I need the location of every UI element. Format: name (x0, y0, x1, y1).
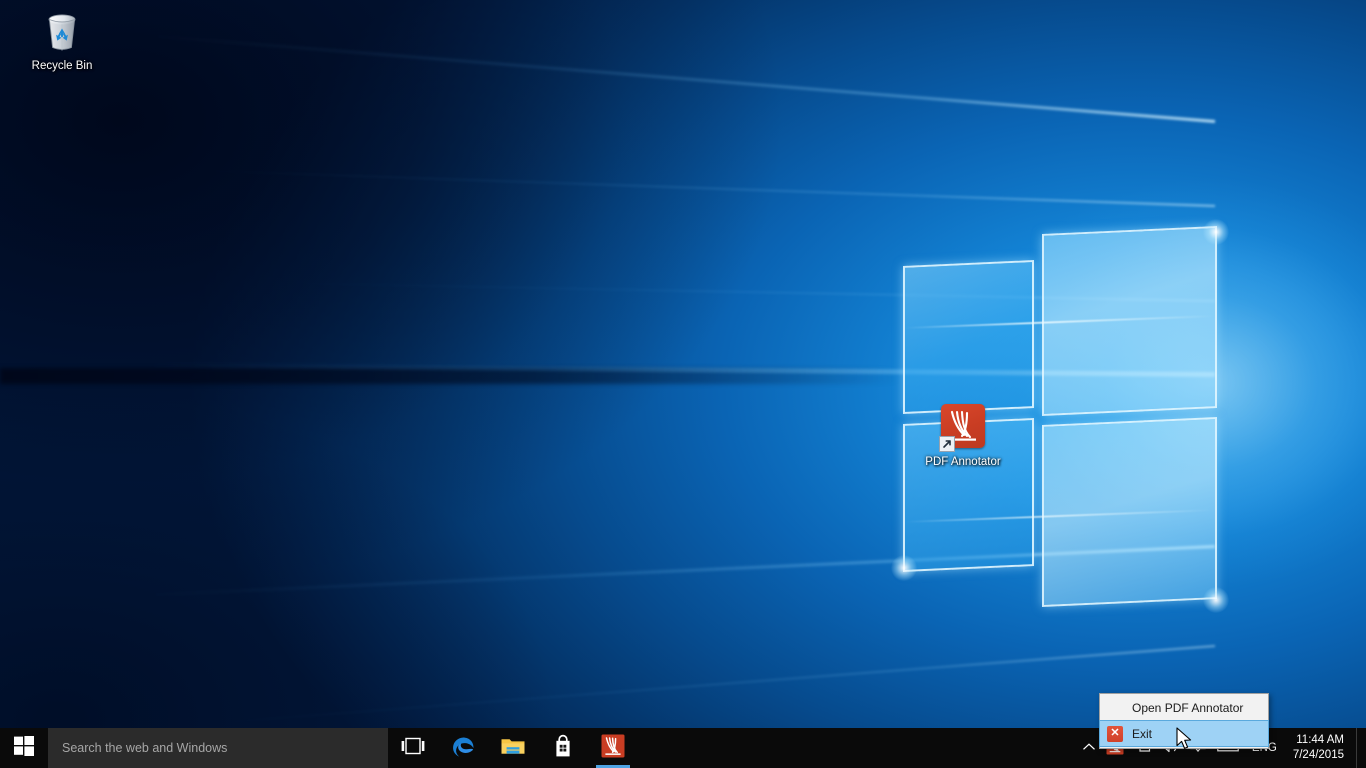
pdf-annotator-icon (600, 733, 626, 764)
desktop-icon-label: PDF Annotator (925, 456, 1001, 468)
desktop-icon-pdf-annotator[interactable]: PDF Annotator (920, 402, 1006, 469)
file-explorer-icon (500, 735, 526, 762)
task-view-icon (401, 736, 425, 761)
taskbar-button-task-view[interactable] (388, 728, 438, 768)
logo-pane-top-left (903, 260, 1034, 414)
taskbar-button-edge[interactable] (438, 728, 488, 768)
start-button[interactable] (0, 728, 48, 768)
store-icon (552, 734, 574, 763)
logo-corner-glow (891, 555, 917, 581)
show-desktop-button[interactable] (1356, 728, 1364, 768)
menu-item-label: Open PDF Annotator (1132, 700, 1244, 715)
recycle-bin-icon (38, 8, 86, 56)
menu-item-icon-placeholder (1104, 697, 1126, 719)
logo-corner-glow (1203, 587, 1229, 613)
taskbar-button-store[interactable] (538, 728, 588, 768)
desktop-icon-label: Recycle Bin (31, 60, 93, 72)
taskbar-clock[interactable]: 11:44 AM 7/24/2015 (1285, 728, 1356, 768)
shortcut-overlay-icon (939, 436, 955, 452)
search-input[interactable]: Search the web and Windows (48, 728, 388, 768)
chevron-up-icon (1082, 739, 1096, 757)
windows-logo-icon (14, 735, 34, 761)
desktop[interactable]: Recycle Bin PDF Annotator Open PDF Annot… (0, 0, 1366, 768)
menu-item-open-pdf-annotator[interactable]: Open PDF Annotator (1100, 695, 1268, 720)
close-x-icon: ✕ (1104, 723, 1126, 745)
menu-item-exit[interactable]: ✕ Exit (1099, 720, 1269, 747)
clock-time: 11:44 AM (1296, 734, 1344, 746)
taskbar-button-file-explorer[interactable] (488, 728, 538, 768)
tray-overflow-button[interactable] (1077, 728, 1101, 768)
pdf-annotator-icon (939, 404, 987, 452)
taskbar-buttons[interactable] (388, 728, 638, 768)
menu-item-label: Exit (1132, 726, 1153, 741)
edge-icon (450, 733, 476, 764)
wallpaper-windows-logo (891, 219, 1229, 613)
desktop-icon-recycle-bin[interactable]: Recycle Bin (19, 8, 105, 73)
taskbar-button-pdf-annotator[interactable] (588, 728, 638, 768)
logo-corner-glow (1203, 219, 1229, 245)
clock-date: 7/24/2015 (1292, 749, 1344, 761)
tray-context-menu[interactable]: Open PDF Annotator ✕ Exit (1099, 693, 1269, 749)
search-placeholder: Search the web and Windows (62, 741, 228, 755)
